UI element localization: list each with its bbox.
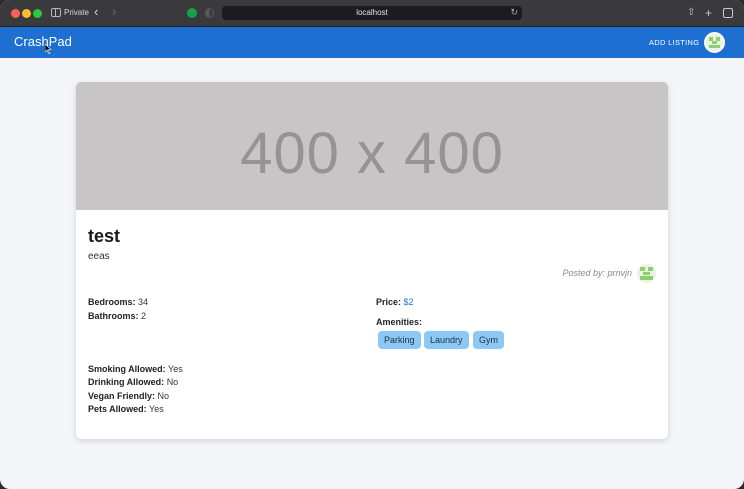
close-window-button[interactable]: [11, 9, 20, 18]
privacy-shield-icon[interactable]: [205, 8, 214, 18]
reload-icon[interactable]: ↻: [510, 7, 518, 18]
new-tab-icon[interactable]: +: [705, 5, 712, 21]
user-avatar[interactable]: [704, 32, 725, 53]
poster-avatar[interactable]: [637, 264, 656, 283]
price-value: $2: [403, 297, 414, 307]
vegan-row: Vegan Friendly: No: [88, 391, 169, 401]
bathrooms-row: Bathrooms: 2: [88, 311, 146, 321]
pets-value: Yes: [149, 404, 164, 414]
listing-title: test: [88, 226, 121, 246]
amenity-chip-parking: Parking: [378, 331, 421, 349]
address-text: localhost: [356, 8, 388, 17]
identicon-icon: [640, 267, 653, 280]
smoking-row: Smoking Allowed: Yes: [88, 364, 183, 374]
bedrooms-row: Bedrooms: 34: [88, 297, 148, 307]
smoking-label: Smoking Allowed:: [88, 364, 166, 374]
listing-image-placeholder: 400 x 400: [76, 82, 668, 210]
tab-overview-icon[interactable]: [723, 8, 733, 18]
amenities-label: Amenities:: [376, 317, 423, 327]
private-label: Private: [64, 8, 89, 17]
brand-logo-link[interactable]: CrashPad: [14, 34, 72, 49]
listing-card: 400 x 400 test eeas Posted by: prnvjn Be…: [76, 82, 668, 439]
pets-row: Pets Allowed: Yes: [88, 404, 164, 414]
bathrooms-label: Bathrooms:: [88, 311, 139, 321]
smoking-value: Yes: [168, 364, 183, 374]
listing-description: eeas: [88, 251, 110, 262]
price-row: Price: $2: [376, 297, 414, 307]
pets-label: Pets Allowed:: [88, 404, 147, 414]
browser-toolbar: Private ‹ › localhost ↻ ⇧ +: [0, 0, 744, 27]
drinking-label: Drinking Allowed:: [88, 377, 165, 387]
bedrooms-label: Bedrooms:: [88, 297, 136, 307]
add-listing-link[interactable]: ADD LISTING: [649, 38, 699, 47]
identicon-icon: [709, 37, 720, 48]
amenity-chip-laundry: Laundry: [424, 331, 469, 349]
vegan-value: No: [157, 391, 170, 401]
posted-by-text: Posted by: prnvjn: [562, 268, 632, 278]
address-bar[interactable]: localhost ↻: [222, 6, 522, 20]
zoom-window-button[interactable]: [33, 9, 42, 18]
forward-arrow-icon[interactable]: ›: [112, 4, 116, 20]
browser-window: Private ‹ › localhost ↻ ⇧ + CrashPad ADD…: [0, 0, 744, 489]
mouse-cursor-icon: [45, 44, 52, 54]
app-navbar: CrashPad ADD LISTING: [0, 27, 744, 58]
share-icon[interactable]: ⇧: [687, 5, 695, 21]
extension-icon[interactable]: [187, 8, 197, 18]
image-placeholder-text: 400 x 400: [240, 121, 504, 186]
sidebar-toggle-icon[interactable]: [51, 8, 61, 17]
back-arrow-icon[interactable]: ‹: [94, 4, 98, 20]
drinking-row: Drinking Allowed: No: [88, 377, 178, 387]
drinking-value: No: [166, 377, 179, 387]
vegan-label: Vegan Friendly:: [88, 391, 156, 401]
price-label: Price:: [376, 297, 402, 307]
bathrooms-value: 2: [141, 311, 147, 321]
minimize-window-button[interactable]: [22, 9, 31, 18]
amenities-heading: Amenities:: [376, 317, 422, 327]
amenity-chip-gym: Gym: [473, 331, 504, 349]
bedrooms-value: 34: [138, 297, 149, 307]
